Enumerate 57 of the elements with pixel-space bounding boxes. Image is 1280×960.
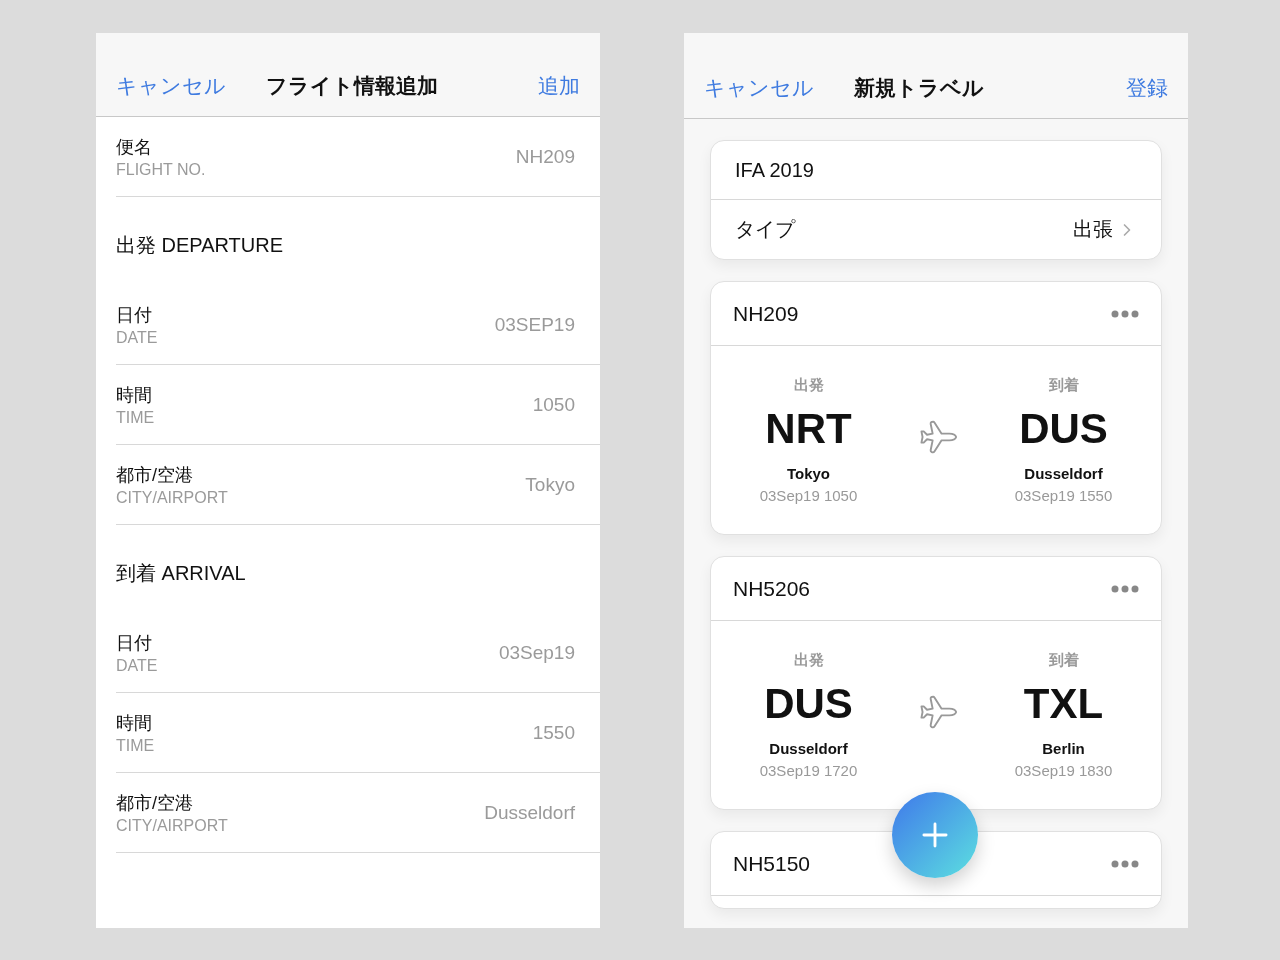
flight-number: NH5206 [733,576,811,601]
field-sublabel: CITY/AIRPORT [116,816,228,835]
city-name: Dusseldorf [1024,465,1103,482]
form-row[interactable]: 時間 TIME 1550 [116,693,600,773]
field-label: 都市/空港 [116,463,194,487]
date-time: 03Sep19 1720 [759,762,858,779]
section-title: 到着 ARRIVAL [115,560,247,586]
add-link[interactable]: 追加 [538,72,580,100]
date-time: 03Sep19 1550 [1014,487,1113,504]
screen-title: 新規トラベル [854,75,984,101]
more-icon[interactable] [1111,859,1139,868]
field-label: 便名 [116,135,153,159]
field-sublabel: DATE [116,328,158,347]
stop-label: 出発 [793,376,824,395]
form-row[interactable]: 都市/空港 CITY/AIRPORT Tokyo [116,445,600,525]
type-label: タイプ [735,217,795,242]
register-link[interactable]: 登録 [1126,74,1168,102]
form-row[interactable]: 日付 DATE 03Sep19 [116,613,600,693]
flight-number: NH5150 [733,851,811,876]
cancel-link[interactable]: キャンセル [704,74,814,102]
form-row[interactable]: 便名 FLIGHT NO. NH209 [116,117,600,197]
airport-code: NRT [765,405,852,453]
form-row[interactable]: 都市/空港 CITY/AIRPORT Dusseldorf [116,773,600,853]
field-sublabel: DATE [116,656,158,675]
field-sublabel: FLIGHT NO. [116,160,206,179]
field-label: 時間 [116,383,153,407]
city-name: Tokyo [786,465,831,482]
trip-name[interactable]: IFA 2019 [735,158,814,182]
cancel-link[interactable]: キャンセル [116,72,226,100]
type-value: 出張 [1073,217,1113,242]
form-row[interactable]: 時間 TIME 1050 [116,365,600,445]
field-label: 日付 [116,303,153,327]
stop-label: 到着 [1048,376,1079,395]
field-sublabel: CITY/AIRPORT [116,488,228,507]
type-row[interactable]: タイプ 出張 [711,200,1161,259]
field-sublabel: TIME [116,736,155,755]
more-icon[interactable] [1111,309,1139,318]
stop-label: 出発 [793,651,824,670]
city-name: Berlin [1042,740,1085,757]
field-label: 日付 [116,631,153,655]
section-title: 出発 DEPARTURE [115,232,285,258]
field-label: 都市/空港 [116,791,194,815]
stop-label: 到着 [1048,651,1079,670]
city-name: Dusseldorf [769,740,848,757]
flight-number: NH209 [733,301,799,326]
field-sublabel: TIME [116,408,155,427]
flight-card[interactable]: NH5206 出発 DUS Dusseldorf 03Sep19 1720 到着 TXL Berlin 03Sep19 1830 [710,556,1162,810]
form-row[interactable]: 日付 DATE 03SEP19 [116,285,600,365]
more-icon[interactable] [1111,584,1139,593]
airport-code: DUS [764,680,853,728]
flight-card[interactable]: NH209 出発 NRT Tokyo 03Sep19 1050 到着 DUS Dusseldorf 03Sep19 1550 [710,281,1162,535]
screen-title: フライト情報追加 [266,73,438,99]
airport-code: DUS [1019,405,1108,453]
date-time: 03Sep19 1830 [1014,762,1113,779]
date-time: 03Sep19 1050 [759,487,858,504]
airport-code: TXL [1023,680,1104,728]
field-label: 時間 [116,711,153,735]
